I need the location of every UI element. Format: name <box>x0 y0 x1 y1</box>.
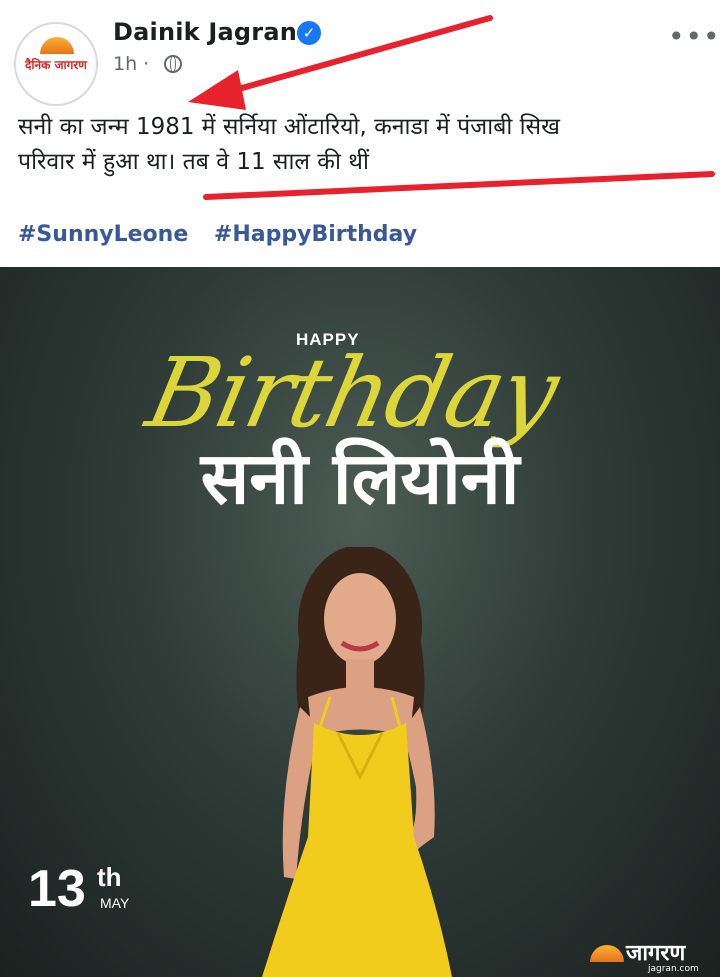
verified-check-icon: ✓ <box>297 21 321 45</box>
post-time[interactable]: 1h · <box>113 53 149 75</box>
woman-in-yellow-dress-illustration <box>262 547 452 977</box>
post-text-line-2: परिवार में हुआ था। तब वे 11 साल की थीं <box>18 149 369 175</box>
hashtag-list: #SunnyLeone #HappyBirthday <box>18 222 435 247</box>
page-name[interactable]: Dainik Jagran <box>113 18 297 46</box>
brand-url: jagran.com <box>648 964 699 974</box>
hashtag-link[interactable]: #HappyBirthday <box>214 222 417 247</box>
post-text-line-1: सनी का जन्म 1981 में सर्निया ओंटारियो, क… <box>18 114 560 140</box>
more-options-button[interactable]: ••• <box>668 20 720 53</box>
page-avatar[interactable]: दैनिक जागरण <box>14 22 98 106</box>
hashtag-link[interactable]: #SunnyLeone <box>18 222 188 247</box>
jagran-watermark: जागरण jagran.com <box>590 937 710 974</box>
birthday-date-month: MAY <box>100 895 130 911</box>
post-text: सनी का जन्म 1981 में सर्निया ओंटारियो, क… <box>18 110 698 180</box>
birthday-date-day: 13 <box>28 860 86 918</box>
birthday-date-suffix: th <box>97 862 122 892</box>
brand-name: जागरण <box>626 941 686 966</box>
globe-icon <box>164 55 182 73</box>
sun-logo-icon <box>590 945 624 962</box>
happy-text: HAPPY <box>296 330 360 349</box>
post-image[interactable]: Birthday HAPPY सनी लियोनी 13 th MAY जागर… <box>0 267 720 977</box>
sun-logo-icon <box>40 37 74 54</box>
post-header: दैनिक जागरण Dainik Jagran ✓ 1h · ••• <box>0 0 720 106</box>
avatar-logo-text: दैनिक जागरण <box>25 58 87 72</box>
celebrity-name-hindi: सनी लियोनी <box>200 436 520 520</box>
